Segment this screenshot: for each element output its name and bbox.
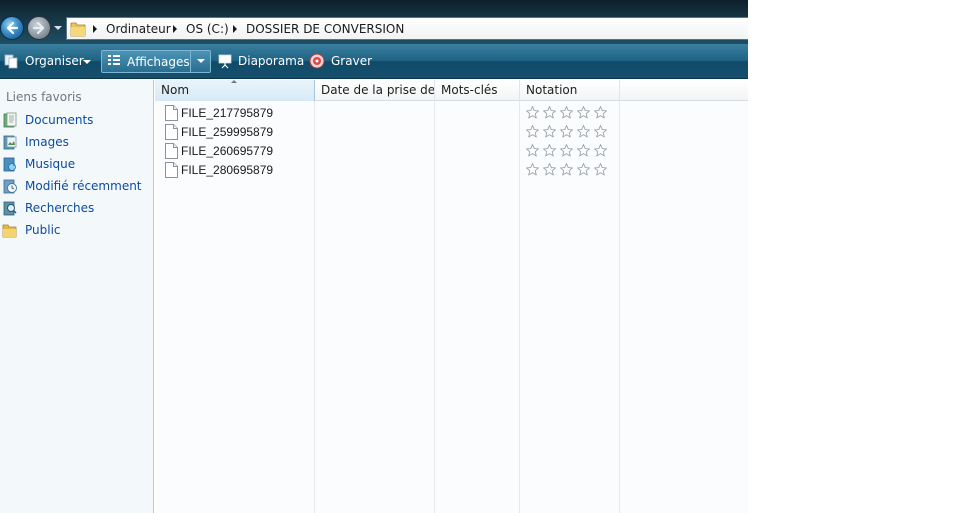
rating-stars[interactable] [525,105,610,121]
command-bar: Organiser Affichages Diaporama Graver [0,44,748,79]
column-header-label: Notation [526,83,578,97]
nav-item-label: Images [25,135,69,149]
nav-item-musique[interactable]: Musique [0,154,153,175]
star-icon[interactable] [542,105,559,121]
star-icon[interactable] [525,124,542,140]
column-header-nom[interactable]: Nom [155,80,315,101]
music-icon [3,157,16,172]
nav-item-modifie-recemment[interactable]: Modifié récemment [0,176,153,197]
forward-arrow-icon [32,21,45,35]
address-field[interactable]: Ordinateur OS (C:) DOSSIER DE CONVERSION [66,17,748,40]
graver-button[interactable]: Graver [309,50,373,73]
file-icon [165,105,178,121]
column-header-row: Nom Date de la prise de ... Mots-clés No… [155,80,748,101]
star-icon[interactable] [525,162,542,178]
file-name: FILE_260695779 [181,144,274,158]
affichages-button[interactable]: Affichages [101,50,211,73]
file-icon [165,143,178,159]
diaporama-button[interactable]: Diaporama [216,50,304,73]
column-header-date[interactable]: Date de la prise de ... [315,80,435,101]
chevron-down-icon[interactable] [197,59,205,63]
column-header-notation[interactable]: Notation [520,80,620,101]
star-icon[interactable] [593,105,610,121]
file-icon [165,162,178,178]
explorer-window: Ordinateur OS (C:) DOSSIER DE CONVERSION… [0,0,748,513]
star-icon[interactable] [559,105,576,121]
folder-icon [2,224,17,238]
sort-ascending-icon [231,80,237,83]
searches-icon [3,201,17,216]
file-list: Nom Date de la prise de ... Mots-clés No… [155,80,748,513]
nav-item-label: Public [25,223,61,237]
affichages-label: Affichages [127,55,190,69]
nav-item-label: Recherches [25,201,95,215]
organize-icon [4,54,18,69]
file-row[interactable]: FILE_280695879 [155,161,620,180]
nav-item-recherches[interactable]: Recherches [0,198,153,219]
organiser-button[interactable]: Organiser [3,50,95,73]
star-icon[interactable] [542,124,559,140]
column-header-label: Mots-clés [441,83,498,97]
rating-stars[interactable] [525,143,610,159]
nav-item-label: Documents [25,113,94,127]
file-row[interactable]: FILE_217795879 [155,104,620,123]
chevron-down-icon [83,60,91,64]
forward-button[interactable] [27,16,51,40]
star-icon[interactable] [576,162,593,178]
star-icon[interactable] [576,124,593,140]
file-row[interactable]: FILE_260695779 [155,142,620,161]
star-icon[interactable] [525,105,542,121]
slideshow-icon [218,54,232,69]
rating-stars[interactable] [525,162,610,178]
nav-item-documents[interactable]: Documents [0,110,153,131]
column-header-mots-cles[interactable]: Mots-clés [435,80,520,101]
star-icon[interactable] [593,162,610,178]
views-icon [108,55,120,65]
organiser-label: Organiser [25,54,84,68]
file-name: FILE_217795879 [181,106,274,120]
diaporama-label: Diaporama [238,54,305,68]
star-icon[interactable] [559,124,576,140]
images-icon [3,135,17,150]
star-icon[interactable] [525,143,542,159]
star-icon[interactable] [576,105,593,121]
file-row[interactable]: FILE_259995879 [155,123,620,142]
star-icon[interactable] [593,143,610,159]
file-name: FILE_259995879 [181,125,274,139]
rating-stars[interactable] [525,124,610,140]
graver-label: Graver [331,54,373,68]
star-icon[interactable] [559,143,576,159]
address-bar: Ordinateur OS (C:) DOSSIER DE CONVERSION [0,0,748,44]
file-name: FILE_280695879 [181,163,274,177]
star-icon[interactable] [542,143,559,159]
nav-item-label: Modifié récemment [25,179,142,193]
star-icon[interactable] [542,162,559,178]
breadcrumb-separator-icon[interactable] [173,25,177,33]
burn-disc-icon [309,53,325,69]
nav-item-public[interactable]: Public [0,220,153,241]
breadcrumb-separator-icon[interactable] [233,25,237,33]
star-icon[interactable] [559,162,576,178]
nav-item-images[interactable]: Images [0,132,153,153]
star-icon[interactable] [576,143,593,159]
breadcrumb-current-folder[interactable]: DOSSIER DE CONVERSION [246,22,404,36]
back-button[interactable] [0,16,24,40]
nav-item-label: Musique [25,157,76,171]
file-icon [165,124,178,140]
breadcrumb-os-c[interactable]: OS (C:) [186,22,229,36]
folder-icon [70,22,86,37]
split-divider [190,51,191,72]
back-arrow-icon [6,21,19,35]
star-icon[interactable] [593,124,610,140]
history-dropdown-icon[interactable] [54,24,62,32]
breadcrumb-ordinateur[interactable]: Ordinateur [106,22,171,36]
breadcrumb-separator-icon[interactable] [93,25,97,33]
column-header-label: Date de la prise de ... [321,83,435,97]
favorite-links-header: Liens favoris [6,90,82,104]
recent-icon [3,179,17,194]
documents-icon [3,112,17,128]
column-header-label: Nom [161,83,190,97]
navigation-pane: Liens favoris Documents Images Musique M… [0,80,154,513]
